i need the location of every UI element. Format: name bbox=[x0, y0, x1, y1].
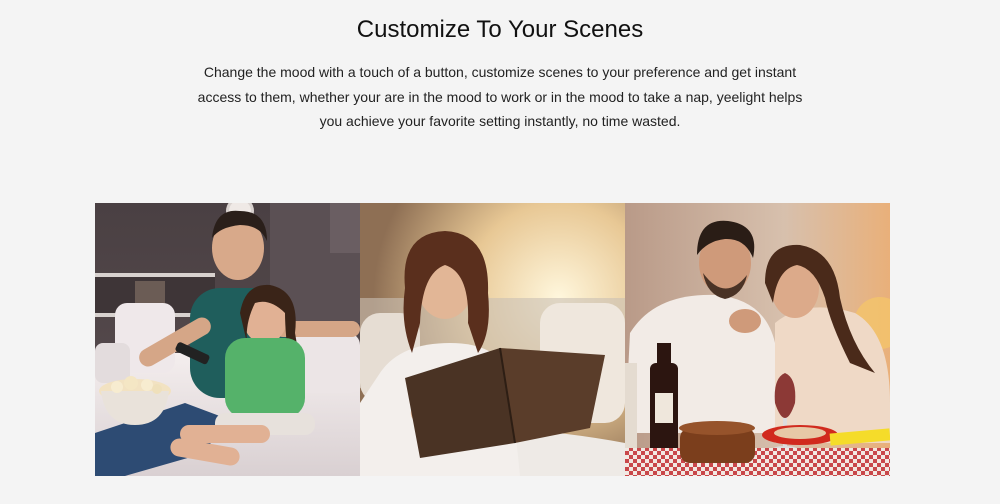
description-line: access to them, whether your are in the … bbox=[197, 88, 803, 105]
section-description: Change the mood with a touch of a button… bbox=[190, 60, 810, 134]
movie-night-image bbox=[95, 203, 360, 476]
reading-image bbox=[360, 203, 625, 476]
description-line: Change the mood with a touch of a button… bbox=[203, 64, 797, 80]
scene-gallery bbox=[95, 203, 890, 476]
scene-photo-movie-night bbox=[95, 203, 360, 476]
dinner-image bbox=[625, 203, 890, 476]
description-line: you achieve your favorite setting instan… bbox=[319, 113, 681, 129]
section-title: Customize To Your Scenes bbox=[356, 16, 644, 43]
scene-photo-reading bbox=[360, 203, 625, 476]
scene-photo-dinner bbox=[625, 203, 890, 476]
